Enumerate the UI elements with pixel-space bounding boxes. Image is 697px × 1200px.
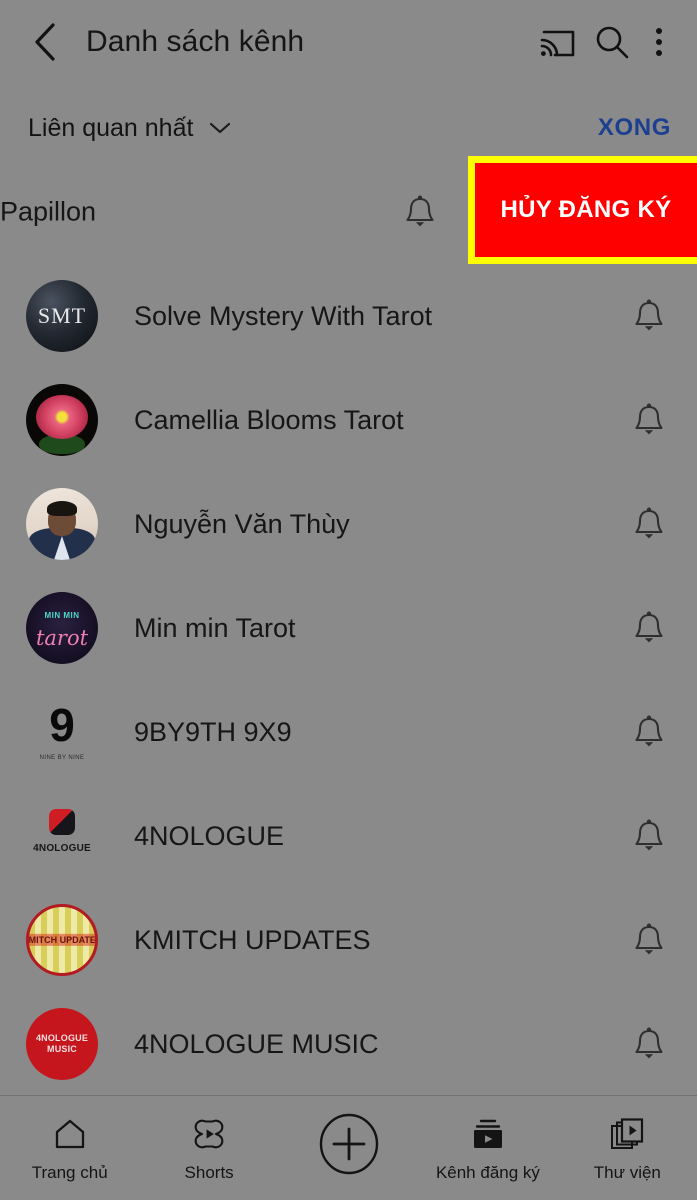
notification-bell-button[interactable] bbox=[627, 918, 671, 962]
notification-bell-button[interactable] bbox=[627, 814, 671, 858]
channel-name: Camellia Blooms Tarot bbox=[134, 404, 404, 435]
home-icon bbox=[55, 1119, 84, 1148]
plus-circle-icon-wrap bbox=[317, 1112, 381, 1176]
avatar-sub-label: NINE BY NINE bbox=[39, 755, 85, 761]
bottom-navigation-bar: Trang chủ Shorts Kênh đăng ký Thư viện bbox=[0, 1096, 697, 1200]
unsubscribe-button[interactable]: HỦY ĐĂNG KÝ bbox=[475, 163, 697, 257]
bell-icon bbox=[635, 819, 663, 851]
list-item[interactable]: Camellia Blooms Tarot bbox=[0, 368, 697, 472]
notification-bell-button[interactable] bbox=[627, 606, 671, 650]
library-icon bbox=[611, 1117, 644, 1149]
bell-icon bbox=[635, 1027, 663, 1059]
cast-icon bbox=[540, 30, 575, 57]
bell-icon bbox=[635, 715, 663, 747]
avatar-label: MIN MIN bbox=[44, 610, 80, 620]
subscriptions-icon bbox=[473, 1119, 502, 1148]
notification-bell-button-papillon[interactable] bbox=[398, 190, 442, 234]
list-item[interactable]: 9 NINE BY NINE 9BY9TH 9X9 bbox=[0, 680, 697, 784]
subscriptions-icon-wrap bbox=[470, 1114, 506, 1154]
nav-item-home[interactable]: Trang chủ bbox=[0, 1096, 139, 1200]
avatar-logo-mark bbox=[49, 808, 75, 835]
bell-icon bbox=[635, 299, 663, 331]
notification-bell-button[interactable] bbox=[627, 294, 671, 338]
unsubscribe-button-label: HỦY ĐĂNG KÝ bbox=[500, 196, 672, 223]
channel-list: SMT Solve Mystery With Tarot Camellia Bl… bbox=[0, 264, 697, 1090]
avatar-solve-mystery-with-tarot: SMT bbox=[26, 280, 98, 352]
avatar-label: SMT bbox=[37, 303, 87, 329]
avatar-hair-shape bbox=[47, 500, 77, 516]
notification-bell-button[interactable] bbox=[627, 710, 671, 754]
nav-item-subscriptions[interactable]: Kênh đăng ký bbox=[418, 1096, 557, 1200]
bell-icon bbox=[635, 507, 663, 539]
page-title: Danh sách kênh bbox=[86, 25, 305, 58]
nav-label-shorts: Shorts bbox=[184, 1162, 234, 1182]
avatar-min-min-tarot: MIN MIN tarot bbox=[26, 592, 98, 664]
list-item[interactable]: 4NOLOGUE 4NOLOGUE bbox=[0, 784, 697, 888]
list-item[interactable]: 4NOLOGUE MUSIC 4NOLOGUE MUSIC bbox=[0, 992, 697, 1096]
list-item[interactable]: KMITCH UPDATES KMITCH UPDATES bbox=[0, 888, 697, 992]
bell-icon bbox=[635, 923, 663, 955]
library-icon-wrap bbox=[609, 1114, 645, 1154]
youtube-subscriptions-screen: Danh sách kênh Liên quan nhất XONG Papil… bbox=[0, 0, 697, 1200]
shorts-icon bbox=[194, 1119, 224, 1148]
shorts-icon-wrap bbox=[192, 1114, 226, 1154]
notification-bell-button[interactable] bbox=[627, 1022, 671, 1066]
avatar-nguyen-van-thuy bbox=[26, 488, 98, 560]
chevron-left-icon bbox=[35, 23, 55, 61]
channel-name: Min min Tarot bbox=[134, 612, 296, 643]
nav-label-home: Trang chủ bbox=[31, 1162, 108, 1182]
sort-dropdown-button[interactable] bbox=[209, 117, 231, 139]
avatar-kmitch-updates: KMITCH UPDATES bbox=[26, 904, 98, 976]
search-icon bbox=[596, 26, 629, 59]
nav-item-create[interactable] bbox=[279, 1096, 418, 1200]
nav-label-subscriptions: Kênh đăng ký bbox=[435, 1162, 540, 1182]
sort-bar: Liên quan nhất XONG bbox=[0, 96, 697, 160]
more-vertical-icon bbox=[656, 28, 662, 56]
plus-circle-icon bbox=[319, 1113, 378, 1174]
nav-label-library: Thư viện bbox=[593, 1162, 661, 1182]
avatar-label: 4NOLOGUE MUSIC bbox=[35, 1033, 89, 1054]
channel-name: KMITCH UPDATES bbox=[134, 924, 371, 955]
notification-bell-button[interactable] bbox=[627, 398, 671, 442]
channel-name: 4NOLOGUE MUSIC bbox=[134, 1028, 379, 1059]
sort-selector-label[interactable]: Liên quan nhất bbox=[28, 114, 193, 143]
app-bar: Danh sách kênh bbox=[0, 0, 697, 84]
channel-name: Solve Mystery With Tarot bbox=[134, 300, 433, 331]
done-button[interactable]: XONG bbox=[598, 114, 671, 142]
bell-icon bbox=[635, 611, 663, 643]
nav-item-library[interactable]: Thư viện bbox=[558, 1096, 697, 1200]
avatar-camellia-blooms-tarot bbox=[26, 384, 98, 456]
bell-icon bbox=[406, 195, 434, 227]
avatar-label: 4NOLOGUE bbox=[33, 843, 91, 855]
channel-name: 9BY9TH 9X9 bbox=[134, 716, 292, 747]
avatar-9by9th-9x9: 9 NINE BY NINE bbox=[26, 696, 98, 768]
unsubscribe-highlight-box: HỦY ĐĂNG KÝ bbox=[468, 156, 697, 264]
search-button[interactable] bbox=[585, 15, 639, 69]
list-item[interactable]: MIN MIN tarot Min min Tarot bbox=[0, 576, 697, 680]
avatar-label: 9 bbox=[49, 698, 75, 751]
avatar-4nologue-music: 4NOLOGUE MUSIC bbox=[26, 1008, 98, 1080]
list-item[interactable]: SMT Solve Mystery With Tarot bbox=[0, 264, 697, 368]
list-item[interactable]: Nguyễn Văn Thùy bbox=[0, 472, 697, 576]
partial-channel-name: Papillon bbox=[0, 196, 97, 227]
bell-icon bbox=[635, 403, 663, 435]
chevron-down-icon bbox=[210, 122, 231, 134]
nav-item-shorts[interactable]: Shorts bbox=[139, 1096, 278, 1200]
avatar-label: KMITCH UPDATES bbox=[29, 933, 95, 947]
avatar-script-label: tarot bbox=[35, 625, 89, 650]
avatar-4nologue: 4NOLOGUE bbox=[26, 800, 98, 872]
home-icon-wrap bbox=[53, 1114, 87, 1154]
avatar-flower-shape bbox=[36, 395, 88, 440]
overflow-menu-button[interactable] bbox=[639, 15, 679, 69]
notification-bell-button[interactable] bbox=[627, 502, 671, 546]
cast-button[interactable] bbox=[531, 15, 585, 69]
channel-name: Nguyễn Văn Thùy bbox=[134, 508, 350, 539]
channel-name: 4NOLOGUE bbox=[134, 820, 285, 851]
back-button[interactable] bbox=[22, 19, 68, 65]
